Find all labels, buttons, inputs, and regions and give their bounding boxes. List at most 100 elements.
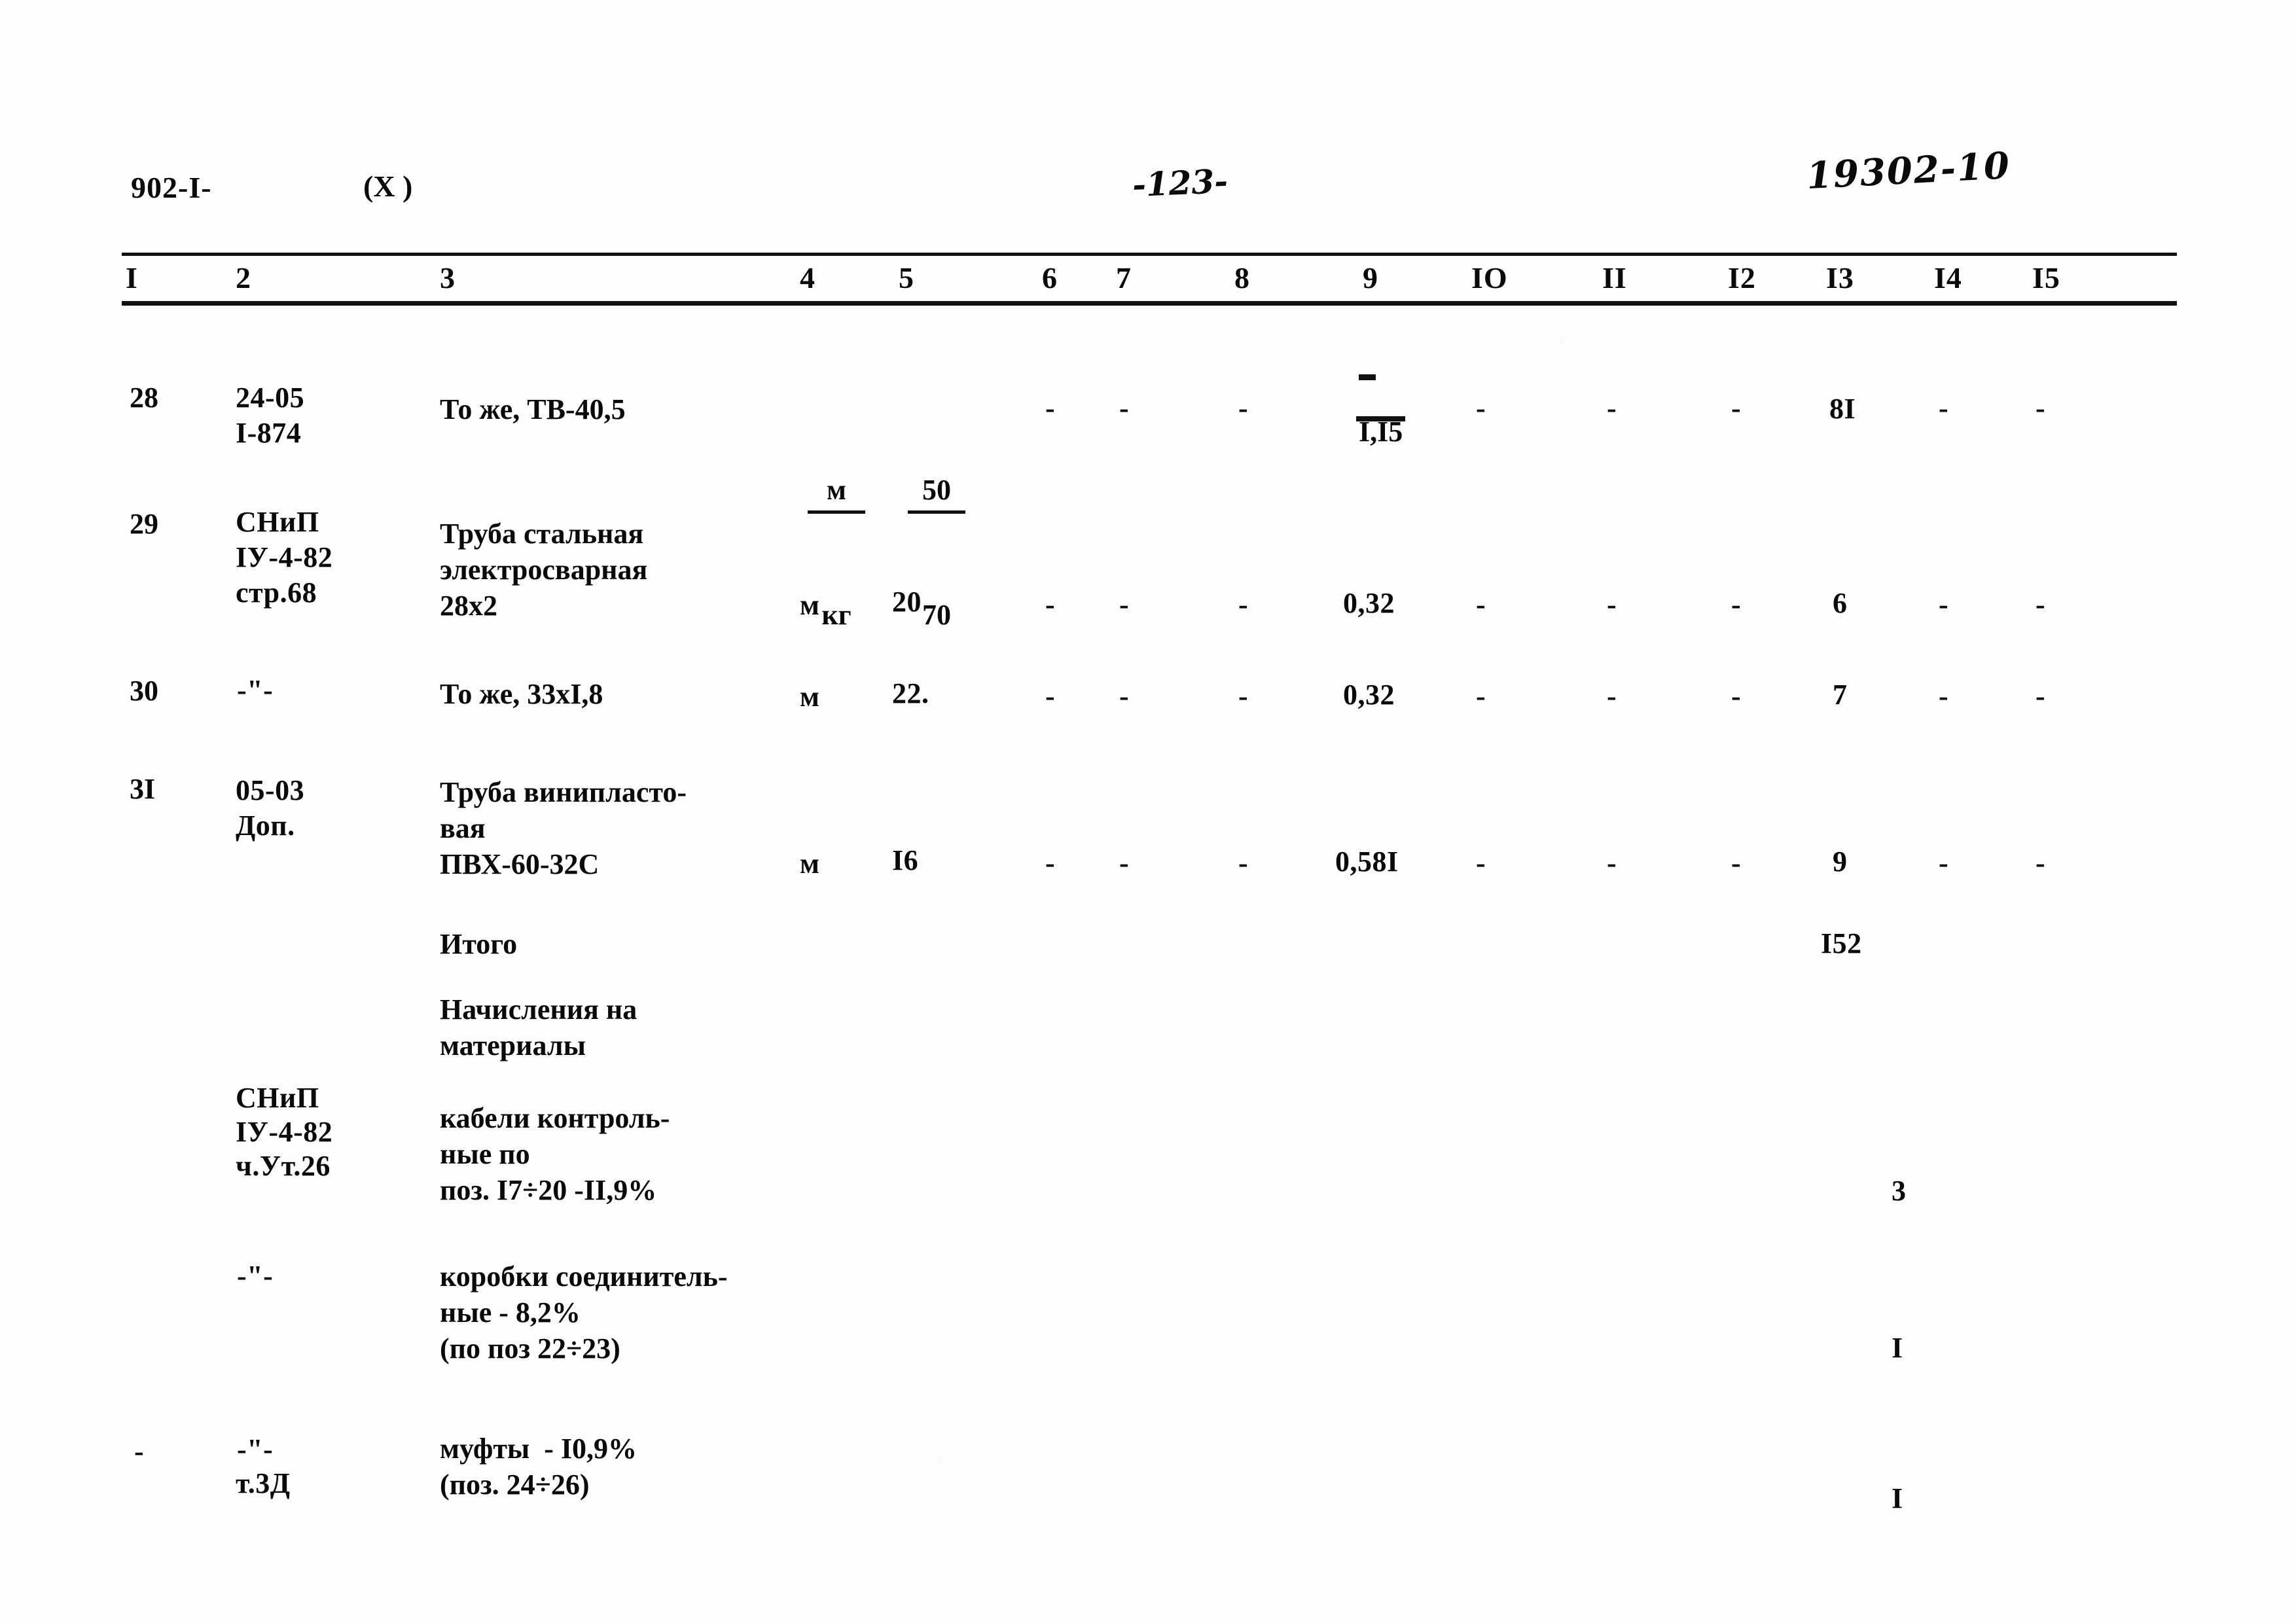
- row-description-line-1: Труба винипласто-: [440, 776, 687, 808]
- accrual-description-line-2: ные - 8,2%: [440, 1296, 581, 1329]
- accrual-description-line-1: муфты - I0,9%: [440, 1433, 637, 1465]
- row-description: То же, ТВ-40,5: [440, 393, 626, 425]
- row-quantity: 20: [892, 586, 922, 618]
- column-header-5: 5: [899, 261, 914, 294]
- row-position: 3I: [130, 773, 156, 805]
- accrual-description-line-2: ные по: [440, 1138, 530, 1170]
- row-position: 30: [130, 675, 158, 707]
- row-col14: -: [1939, 392, 1948, 424]
- column-header-2: 2: [236, 261, 251, 294]
- row-col13: 9: [1833, 846, 1848, 878]
- row-col13: 8I: [1829, 393, 1856, 425]
- row-col9: 0,32: [1343, 679, 1395, 711]
- row-col9: 0,32: [1343, 587, 1395, 619]
- accrual-reference-line-2: IУ-4-82: [236, 1116, 333, 1148]
- row-reference-line-2: I-874: [236, 417, 302, 449]
- row-col7: -: [1119, 847, 1129, 879]
- row-unit-fraction: м кг: [808, 395, 865, 710]
- row-col11: -: [1607, 392, 1617, 424]
- row-unit: м: [800, 589, 820, 621]
- accrual-description-line-1: коробки соединитель-: [440, 1260, 728, 1293]
- row-unit: м: [800, 847, 820, 880]
- accrual-col13: I: [1892, 1482, 1903, 1514]
- column-header-6: 6: [1042, 261, 1058, 294]
- column-header-12: I2: [1728, 261, 1756, 294]
- row-col15: -: [2036, 588, 2045, 620]
- row-col11: -: [1607, 847, 1617, 879]
- row-col6: -: [1045, 392, 1055, 424]
- column-header-13: I3: [1826, 261, 1854, 294]
- accrual-reference-table: т.3Д: [236, 1467, 291, 1499]
- row-col12: -: [1731, 588, 1741, 620]
- row-col10: -: [1476, 392, 1486, 424]
- row-col14: -: [1939, 847, 1948, 879]
- row-description-line-3: 28х2: [440, 590, 497, 622]
- row-col10: -: [1476, 680, 1486, 712]
- row-col14: -: [1939, 680, 1948, 712]
- row-col7: -: [1119, 680, 1129, 712]
- document-code: 902-I-: [131, 171, 212, 204]
- row-col15: -: [2036, 680, 2045, 712]
- accrual-reference-ditto: -"-: [237, 1433, 274, 1465]
- row-col8: -: [1238, 847, 1248, 879]
- column-header-8: 8: [1234, 261, 1250, 294]
- accrual-description-line-1: кабели контроль-: [440, 1102, 670, 1134]
- row-reference-line-1: 05-03: [236, 774, 305, 806]
- row-col13: 7: [1833, 679, 1848, 711]
- row-col10: -: [1476, 588, 1486, 620]
- row-col8: -: [1238, 680, 1248, 712]
- scanned-document-page: 902-I- (X ) -123- 19302-10 I 2 3 4 5 6 7…: [0, 0, 2296, 1623]
- scan-grain-overlay: [0, 0, 2296, 1623]
- accruals-heading-line-2: материалы: [440, 1029, 586, 1061]
- row-col11: -: [1607, 588, 1617, 620]
- row-unit-top: м: [808, 471, 865, 514]
- row-description-line-1: Труба стальная: [440, 518, 644, 550]
- accrual-description-line-2: (поз. 24÷26): [440, 1469, 590, 1501]
- row-col9-value: I,I5: [1355, 416, 1406, 448]
- handwritten-archive-stamp: 19302-10: [1805, 143, 2012, 198]
- column-header-1: I: [126, 261, 138, 294]
- row-position: 29: [130, 508, 158, 540]
- accrual-reference-line-3: ч.Ут.26: [236, 1150, 331, 1182]
- row-col10: -: [1476, 847, 1486, 879]
- accrual-position-dash: -: [134, 1435, 144, 1467]
- row-unit: м: [800, 681, 820, 713]
- row-quantity-fraction: 50 70: [908, 395, 965, 710]
- row-col9: 0,58I: [1335, 846, 1399, 878]
- header-rule-top: [122, 253, 2177, 256]
- variant-marker: (X ): [363, 169, 413, 203]
- row-reference-line-1: СНиП: [236, 506, 319, 538]
- row-col8: -: [1238, 392, 1248, 424]
- row-col6: -: [1045, 847, 1055, 879]
- row-description-line-2: вая: [440, 812, 486, 844]
- row-reference-line-3: стр.68: [236, 577, 317, 609]
- row-col7: -: [1119, 588, 1129, 620]
- column-header-4: 4: [800, 261, 816, 294]
- row-description: То же, 33хI,8: [440, 678, 603, 710]
- row-reference-ditto: -"-: [237, 674, 274, 706]
- column-header-7: 7: [1116, 261, 1132, 294]
- row-reference-line-2: IУ-4-82: [236, 541, 333, 573]
- row-col15: -: [2036, 847, 2045, 879]
- accruals-heading-line-1: Начисления на: [440, 993, 637, 1026]
- accrual-col13: I: [1892, 1332, 1903, 1364]
- row-col12: -: [1731, 847, 1741, 879]
- row-description-line-3: ПВХ-60-32С: [440, 848, 600, 880]
- accrual-reference-line-1: СНиП: [236, 1082, 319, 1114]
- row-quantity: 22.: [892, 677, 929, 709]
- column-header-3: 3: [440, 261, 456, 294]
- row-col11: -: [1607, 680, 1617, 712]
- row-description-line-2: электросварная: [440, 554, 648, 586]
- row-reference-line-2: Доп.: [236, 810, 295, 842]
- accrual-col13: 3: [1892, 1175, 1907, 1207]
- total-value: I52: [1821, 927, 1862, 959]
- row-col12: -: [1731, 392, 1741, 424]
- row-col9-corrected: I,I5: [1343, 374, 1406, 460]
- accrual-reference-ditto: -"-: [237, 1260, 274, 1292]
- row-quantity: I6: [892, 844, 919, 876]
- accrual-description-line-3: поз. I7÷20 -II,9%: [440, 1174, 657, 1206]
- total-label: Итого: [440, 928, 518, 960]
- row-quantity-top: 50: [908, 471, 965, 514]
- column-header-11: II: [1602, 261, 1627, 294]
- accrual-description-line-3: (по поз 22÷23): [440, 1332, 620, 1364]
